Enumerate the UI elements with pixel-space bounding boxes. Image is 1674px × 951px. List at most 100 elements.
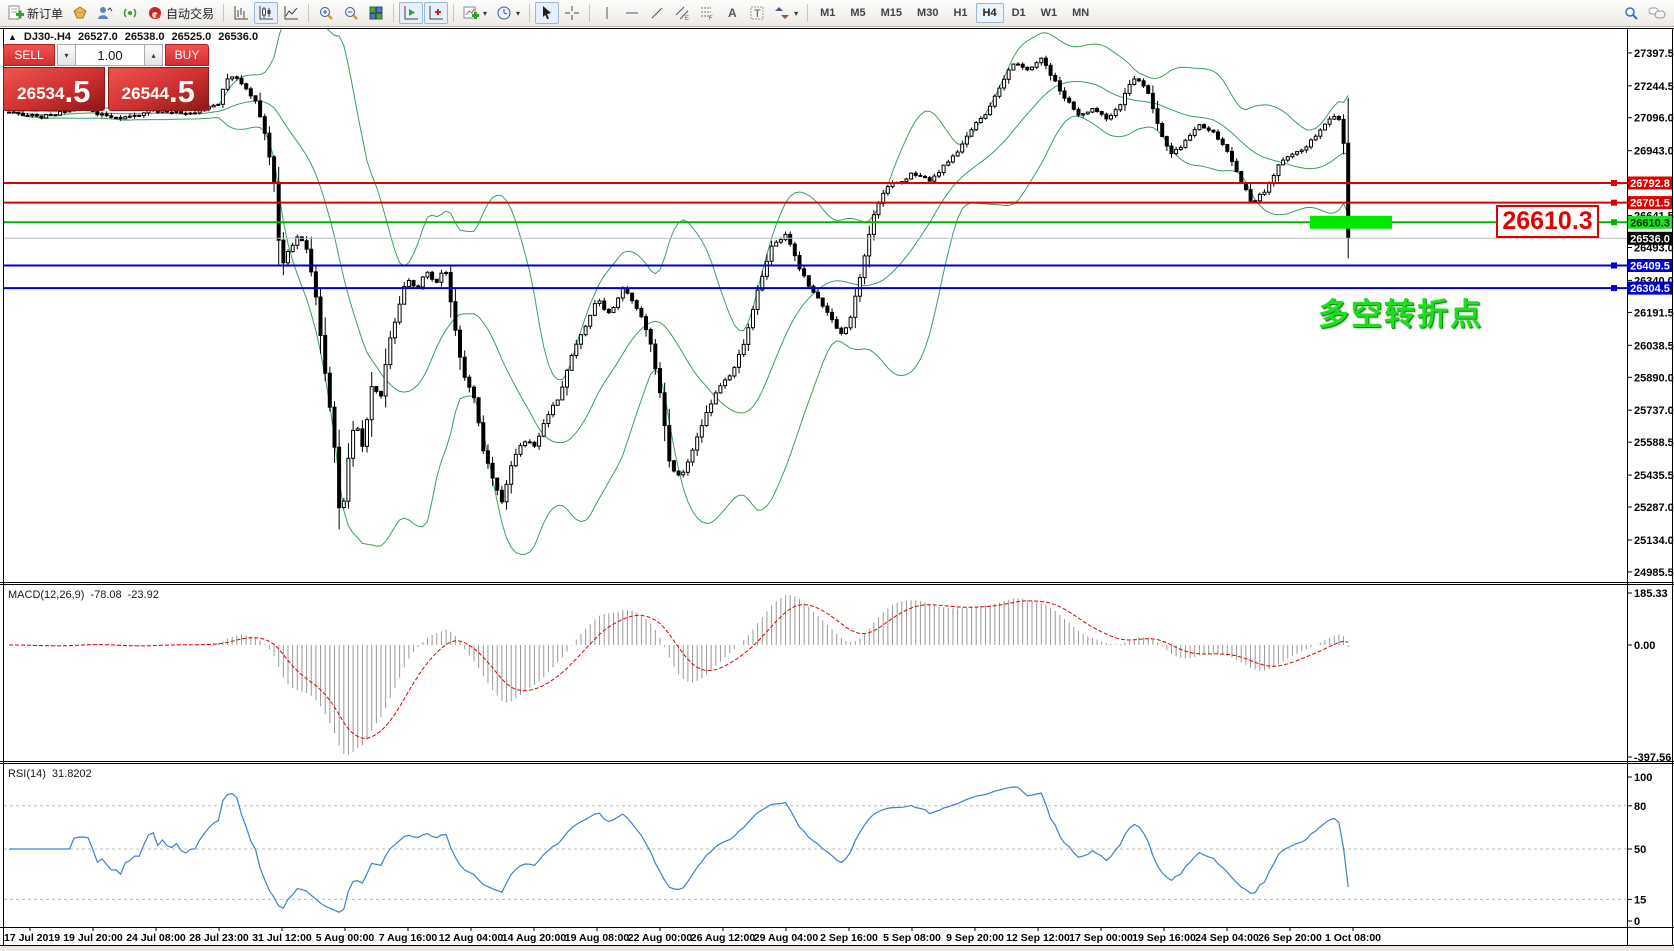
zoom-in-icon xyxy=(318,5,334,21)
price-axis-tick: 26038.5 xyxy=(1634,340,1674,352)
periods-button[interactable]: ▾ xyxy=(492,2,524,24)
new-order-button[interactable]: 新订单 xyxy=(4,2,67,24)
rsi-label: RSI(14) 31.8202 xyxy=(8,768,92,780)
buy-price-main: 26544 xyxy=(122,81,169,107)
timeframe-m1-button[interactable]: M1 xyxy=(813,3,842,23)
timeframe-d1-button[interactable]: D1 xyxy=(1005,3,1033,23)
timeframe-m30-button[interactable]: M30 xyxy=(910,3,945,23)
timeframe-m15-button[interactable]: M15 xyxy=(874,3,909,23)
volume-input[interactable]: 1.00 xyxy=(76,44,144,66)
volume-decrease-button[interactable]: ▾ xyxy=(57,44,76,66)
tile-windows-button[interactable] xyxy=(364,2,388,24)
auto-scroll-button[interactable] xyxy=(399,2,423,24)
highlight-zone[interactable] xyxy=(1310,216,1392,229)
chart-symbol: DJ30-.H4 xyxy=(24,31,71,43)
line-handle[interactable] xyxy=(1611,262,1617,268)
price-callout-box[interactable]: 26610.3 xyxy=(1496,205,1599,238)
line-handle[interactable] xyxy=(1611,285,1617,291)
price-chart[interactable]: 27397.527244.527096.026943.026641.526493… xyxy=(0,0,1674,951)
clock-icon xyxy=(496,5,512,21)
turning-point-text: 多空转折点 xyxy=(1318,289,1483,334)
timeframe-h1-button[interactable]: H1 xyxy=(946,3,974,23)
line-handle[interactable] xyxy=(1611,200,1617,206)
time-axis-label: 9 Sep 20:00 xyxy=(946,932,1004,944)
toolbar-separator xyxy=(308,4,309,22)
price-axis-tick: 27244.5 xyxy=(1634,81,1674,93)
buy-price-panel[interactable]: 26544.5 xyxy=(108,67,210,111)
ohlc-open: 26527.0 xyxy=(78,31,118,43)
toolbar-separator xyxy=(393,4,394,22)
timeframe-h4-button[interactable]: H4 xyxy=(976,3,1004,23)
indicators-button[interactable]: ▾ xyxy=(459,2,491,24)
time-axis-label: 24 Jul 08:00 xyxy=(126,932,186,944)
chart-shift-button[interactable] xyxy=(424,2,448,24)
time-axis-label: 17 Jul 2019 xyxy=(4,932,60,944)
time-axis-label: 26 Aug 12:00 xyxy=(691,932,756,944)
search-button[interactable] xyxy=(1619,2,1643,24)
chevron-down-icon: ▾ xyxy=(516,9,520,18)
text-button[interactable]: A xyxy=(720,2,744,24)
time-axis-label: 17 Sep 00:00 xyxy=(1069,932,1133,944)
profile-icon xyxy=(97,5,113,21)
trendline-icon xyxy=(649,5,665,21)
text-label-icon: T xyxy=(749,5,765,21)
time-axis-label: 5 Aug 00:00 xyxy=(316,932,375,944)
line-handle[interactable] xyxy=(1611,219,1617,225)
arrows-icon xyxy=(774,5,790,21)
channel-button[interactable]: E xyxy=(670,2,694,24)
zoom-in-button[interactable] xyxy=(314,2,338,24)
sell-price-panel[interactable]: 26534.5 xyxy=(3,67,105,111)
time-axis-label: 22 Aug 00:00 xyxy=(628,932,693,944)
line-chart-button[interactable] xyxy=(279,2,303,24)
horizontal-line-button[interactable] xyxy=(620,2,644,24)
buy-price-pips: .5 xyxy=(169,77,195,107)
timeframe-w1-button[interactable]: W1 xyxy=(1034,3,1065,23)
volume-increase-button[interactable]: ▴ xyxy=(144,44,163,66)
time-axis-label: 19 Sep 16:00 xyxy=(1132,932,1196,944)
rsi-axis-tick: 100 xyxy=(1634,772,1652,784)
time-axis-label: 29 Aug 04:00 xyxy=(754,932,819,944)
crosshair-button[interactable] xyxy=(560,2,584,24)
timeframe-mn-button[interactable]: MN xyxy=(1065,3,1096,23)
volume-stepper: ▾ 1.00 ▴ xyxy=(57,44,163,66)
time-axis-label: 14 Aug 20:00 xyxy=(502,932,567,944)
gem-button[interactable] xyxy=(68,2,92,24)
vertical-line-button[interactable] xyxy=(595,2,619,24)
trendline-button[interactable] xyxy=(645,2,669,24)
rsi-axis-tick: 0 xyxy=(1634,916,1640,928)
ohlc-low: 26525.0 xyxy=(172,31,212,43)
sell-button[interactable]: SELL xyxy=(3,44,55,66)
signals-icon xyxy=(122,5,138,21)
rsi-axis-tick: 15 xyxy=(1634,894,1646,906)
collapse-trade-panel-icon[interactable]: ▲ xyxy=(8,32,17,42)
chat-button[interactable] xyxy=(1644,2,1670,24)
svg-text:E: E xyxy=(685,16,689,21)
signals-button[interactable] xyxy=(118,2,142,24)
new-order-icon xyxy=(8,5,24,21)
rsi-axis-tick: 80 xyxy=(1634,801,1646,813)
bar-chart-button[interactable] xyxy=(229,2,253,24)
auto-trading-button[interactable]: 自动交易 xyxy=(143,2,218,24)
price-tag-value: 26610.3 xyxy=(1630,217,1670,229)
toolbar-separator xyxy=(223,4,224,22)
zoom-out-button[interactable] xyxy=(339,2,363,24)
fibonacci-button[interactable]: F xyxy=(695,2,719,24)
text-label-button[interactable]: T xyxy=(745,2,769,24)
one-click-trading-widget: SELL ▾ 1.00 ▴ BUY 26534.5 26544.5 xyxy=(3,44,209,111)
buy-button[interactable]: BUY xyxy=(165,44,209,66)
tile-windows-icon xyxy=(368,5,384,21)
rsi-axis-tick: 50 xyxy=(1634,844,1646,856)
cursor-button[interactable] xyxy=(535,2,559,24)
arrows-button[interactable]: ▾ xyxy=(770,2,802,24)
sell-price-main: 26534 xyxy=(17,81,64,107)
chat-icon xyxy=(1648,5,1666,21)
line-handle[interactable] xyxy=(1611,180,1617,186)
time-axis-label: 28 Jul 23:00 xyxy=(189,932,249,944)
rsi-name: RSI(14) xyxy=(8,768,46,780)
macd-main-value: -78.08 xyxy=(90,589,121,601)
timeframe-m5-button[interactable]: M5 xyxy=(843,3,872,23)
profile-button[interactable] xyxy=(93,2,117,24)
candlestick-chart-button[interactable] xyxy=(254,2,278,24)
price-tag-value: 26304.5 xyxy=(1630,283,1670,295)
price-axis-tick: 25588.5 xyxy=(1634,437,1674,449)
